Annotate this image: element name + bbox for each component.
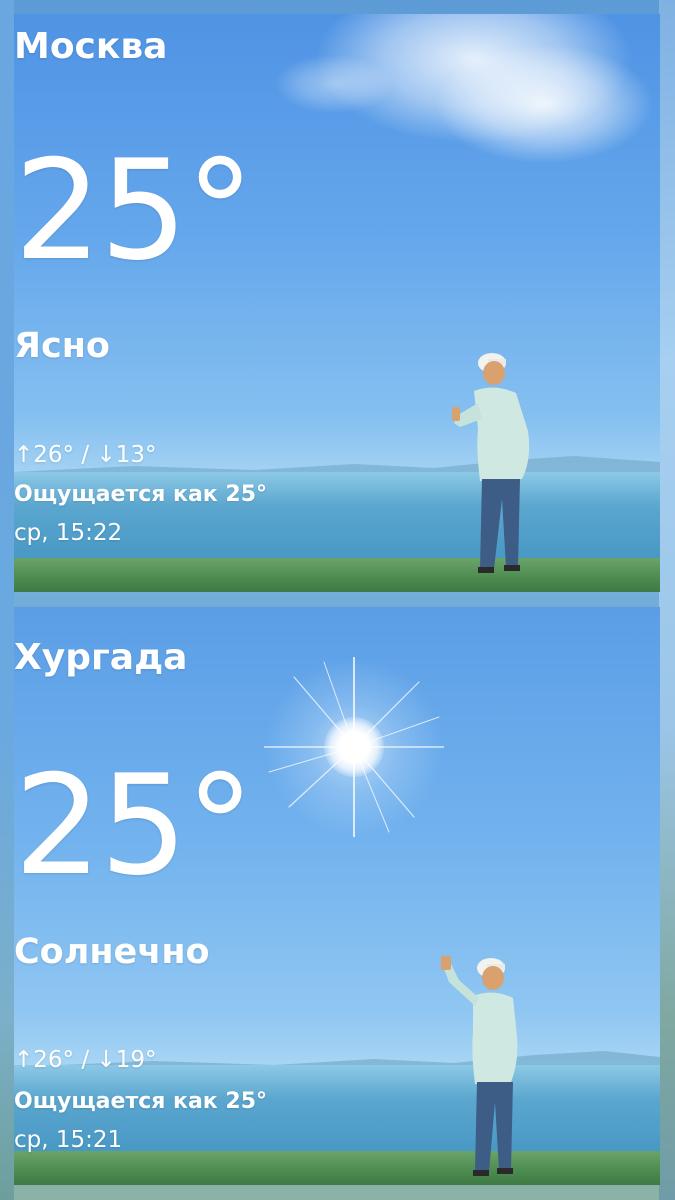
high-low-temperature: ↑26° / ↓13°	[14, 442, 157, 468]
adjacent-page-left-edge	[0, 0, 14, 1200]
updated-time: ср, 15:22	[14, 520, 123, 546]
cloud-illustration	[274, 54, 394, 114]
person-illustration	[452, 353, 530, 573]
weather-condition: Солнечно	[14, 932, 210, 972]
weather-card-moscow[interactable]: Москва 25° Ясно ↑26° / ↓13° Ощущается ка…	[14, 14, 660, 592]
current-temperature: 25°	[14, 745, 255, 906]
feels-like: Ощущается как 25°	[14, 1089, 268, 1114]
high-temperature: 26°	[33, 1047, 75, 1073]
feels-like: Ощущается как 25°	[14, 482, 268, 507]
city-name: Хургада	[14, 637, 188, 678]
low-temperature: 19°	[115, 1047, 157, 1073]
current-temperature: 25°	[14, 130, 255, 291]
cloud-illustration	[434, 44, 654, 164]
low-temperature: 13°	[115, 442, 157, 468]
separator: /	[74, 1047, 97, 1073]
arrow-down-icon: ↓	[96, 442, 116, 468]
arrow-up-icon: ↑	[14, 1047, 34, 1073]
grass-illustration	[14, 1151, 660, 1185]
sun-icon	[264, 657, 444, 837]
adjacent-page-right-edge	[659, 0, 675, 1200]
weather-condition: Ясно	[14, 326, 110, 366]
high-low-temperature: ↑26° / ↓19°	[14, 1047, 157, 1073]
person-illustration	[441, 956, 518, 1176]
city-name: Москва	[14, 26, 168, 67]
separator: /	[74, 442, 97, 468]
high-temperature: 26°	[33, 442, 75, 468]
weather-card-hurghada[interactable]: Хургада 25° Солнечно ↑26° / ↓19° Ощущает…	[14, 607, 660, 1185]
arrow-up-icon: ↑	[14, 442, 34, 468]
arrow-down-icon: ↓	[96, 1047, 116, 1073]
updated-time: ср, 15:21	[14, 1127, 123, 1153]
grass-illustration	[14, 558, 660, 592]
